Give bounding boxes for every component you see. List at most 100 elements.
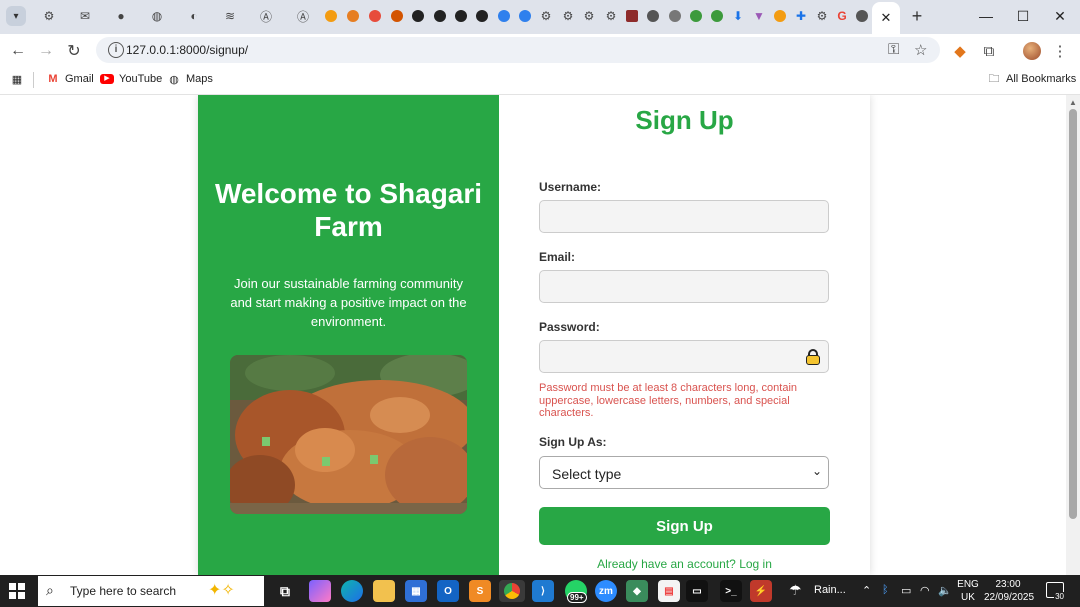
password-input[interactable] [539, 340, 829, 373]
bookmark-youtube[interactable]: ▶ YouTube [100, 72, 162, 86]
bookmark-star-icon[interactable]: ☆ [914, 41, 927, 59]
tab-globe-2[interactable] [645, 8, 661, 24]
tab-extension[interactable]: ✚ [793, 8, 809, 24]
language-indicator[interactable]: ENG UK [955, 578, 981, 604]
tab-node-1[interactable] [667, 8, 683, 24]
chrome-app-icon[interactable] [499, 580, 525, 602]
youtube-icon: ▶ [100, 72, 114, 86]
tray-chevron-up-icon[interactable]: ⌃ [862, 584, 871, 597]
copilot-app-icon[interactable] [309, 580, 331, 602]
tab-github-3[interactable] [432, 8, 448, 24]
whatsapp-app-icon[interactable]: 99+ [565, 580, 587, 603]
apps-grid-icon[interactable]: ▦ [10, 72, 29, 86]
tab-rainbow-5[interactable] [772, 8, 788, 24]
tab-github-5[interactable] [474, 8, 490, 24]
tab-misc-2[interactable]: ◐ [186, 8, 202, 24]
tab-rainbow-4[interactable] [389, 8, 405, 24]
active-tab[interactable]: ✕ [872, 2, 900, 34]
window-close-button[interactable]: ✕ [1040, 4, 1080, 28]
email-input[interactable] [539, 270, 829, 303]
tab-github-1[interactable]: ● [113, 8, 129, 24]
browser-menu-icon[interactable]: ⋮ [1049, 40, 1071, 62]
tab-misc-4[interactable]: Ⓐ [258, 8, 274, 24]
notifications-icon[interactable]: 30 [1046, 582, 1065, 601]
cmd-app-icon[interactable]: >_ [720, 580, 742, 602]
wifi-icon[interactable]: ◠ [920, 584, 930, 597]
address-bar[interactable]: i 127.0.0.1:8000/signup/ ⚿ ☆ [96, 37, 940, 63]
signup-type-select[interactable]: Select type ⌄ [539, 456, 829, 489]
terminal-app-icon[interactable]: ▭ [686, 580, 708, 602]
tab-node-3[interactable] [709, 8, 725, 24]
sublime-app-icon[interactable]: S [469, 580, 491, 602]
tab-misc-1[interactable]: ✉ [77, 8, 93, 24]
maximize-button[interactable]: ☐ [1003, 4, 1043, 28]
close-icon[interactable]: ✕ [881, 10, 892, 26]
reload-button[interactable]: ↻ [63, 40, 85, 62]
weather-text[interactable]: Rain... [814, 584, 846, 596]
windows-taskbar: ⌕ Type here to search ✦✧ ⧉ ▦ O S ⟩ 99+ z… [0, 575, 1080, 607]
tab-gear-5[interactable]: ⚙ [814, 8, 830, 24]
tab-misc-3[interactable]: ≋ [222, 8, 238, 24]
signup-button[interactable]: Sign Up [539, 507, 830, 545]
app-icon-red[interactable]: ⚡ [750, 580, 772, 602]
tab-rainbow-1[interactable] [323, 8, 339, 24]
task-view-icon[interactable]: ⧉ [274, 580, 296, 602]
tab-github-2[interactable] [410, 8, 426, 24]
page-scrollbar[interactable]: ▲ [1066, 95, 1080, 575]
tab-vite[interactable]: ▼ [751, 8, 767, 24]
username-input[interactable] [539, 200, 829, 233]
tab-gear-3[interactable]: ⚙ [581, 8, 597, 24]
edge-app-icon[interactable] [341, 580, 363, 602]
bluetooth-icon[interactable]: ᛒ [882, 584, 889, 596]
clock[interactable]: 23:00 22/09/2025 [984, 578, 1034, 604]
tab-blue-1[interactable] [496, 8, 512, 24]
tab-blue-2[interactable] [517, 8, 533, 24]
scroll-up-arrow-icon[interactable]: ▲ [1069, 98, 1077, 107]
tab-misc-5[interactable]: Ⓐ [295, 8, 311, 24]
vscode-app-icon[interactable]: ⟩ [532, 580, 554, 602]
taskbar-search-box[interactable]: ⌕ Type here to search ✦✧ [38, 576, 264, 606]
tab-download[interactable]: ⬇ [730, 8, 746, 24]
zoom-app-icon[interactable]: zm [595, 580, 617, 602]
tab-misc-6[interactable] [624, 8, 640, 24]
tab-gear-4[interactable]: ⚙ [603, 8, 619, 24]
signup-type-selected: Select type [552, 466, 622, 482]
new-tab-button[interactable]: + [907, 6, 927, 26]
document-app-icon[interactable]: ▤ [658, 580, 680, 602]
git-app-icon[interactable]: ◆ [626, 580, 648, 602]
scroll-thumb[interactable] [1069, 109, 1077, 519]
windows-start-button[interactable] [9, 583, 25, 599]
login-link[interactable]: Already have an account? Log in [499, 557, 870, 571]
tab-rainbow-3[interactable] [367, 8, 383, 24]
password-manager-lock-icon[interactable] [806, 349, 820, 365]
tab-search-button[interactable]: ▾ [6, 6, 26, 26]
tab-globe-3[interactable] [854, 8, 870, 24]
tab-node-2[interactable] [688, 8, 704, 24]
battery-icon[interactable]: ▭ [901, 584, 911, 597]
bookmark-maps[interactable]: ◍ Maps [167, 72, 213, 86]
weather-icon[interactable]: ☂ [789, 582, 802, 599]
tab-gear-1[interactable]: ⚙ [538, 8, 554, 24]
volume-icon[interactable]: 🔈 [938, 584, 952, 597]
minimize-button[interactable]: — [966, 4, 1006, 28]
outlook-app-icon[interactable]: O [437, 580, 459, 602]
tab-google[interactable]: G [834, 8, 850, 24]
site-info-icon[interactable]: i [108, 42, 124, 58]
all-bookmarks-folder[interactable]: 🗀 All Bookmarks [987, 72, 1077, 86]
forward-button[interactable]: → [35, 40, 57, 62]
tab-chatgpt[interactable]: ⚙ [41, 8, 57, 24]
password-key-icon[interactable]: ⚿ [888, 41, 899, 58]
file-explorer-icon[interactable] [373, 580, 395, 602]
url-text[interactable]: 127.0.0.1:8000/signup/ [126, 43, 248, 57]
tab-globe-1[interactable]: ◍ [149, 8, 165, 24]
back-button[interactable]: ← [7, 40, 29, 62]
profile-avatar[interactable] [1023, 42, 1041, 60]
copilot-sparkle-icon: ✦✧ [208, 582, 235, 599]
metamask-extension-icon[interactable]: ◆ [949, 40, 971, 62]
tab-rainbow-2[interactable] [345, 8, 361, 24]
bookmark-gmail[interactable]: M Gmail [46, 72, 93, 86]
extensions-puzzle-icon[interactable]: ⧉ [978, 40, 1000, 62]
tab-github-4[interactable] [453, 8, 469, 24]
tab-gear-2[interactable]: ⚙ [560, 8, 576, 24]
microsoft-store-icon[interactable]: ▦ [405, 580, 427, 602]
